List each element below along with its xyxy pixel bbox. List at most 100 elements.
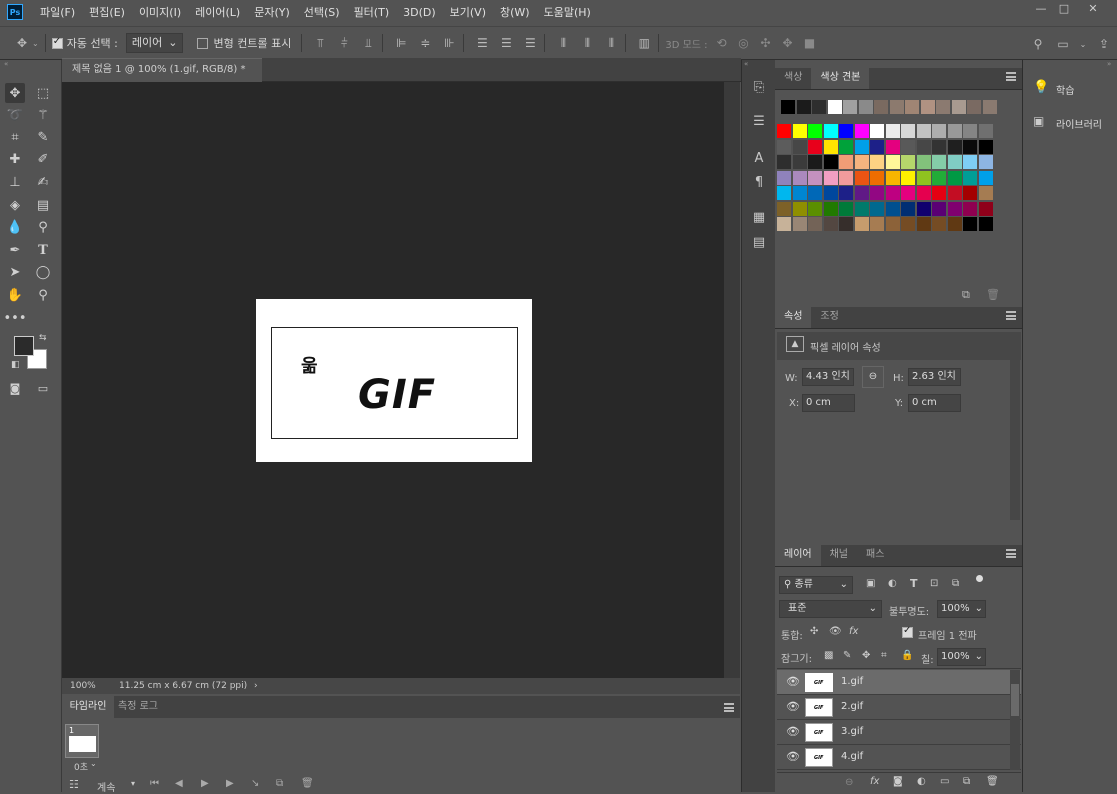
menu-type[interactable]: 문자(Y) [247,4,297,20]
3d-orbit-icon[interactable]: ⟲ [714,35,730,51]
frame-1[interactable]: 1 [65,724,99,758]
properties-scrollbar[interactable] [1010,332,1020,520]
color-swatch[interactable] [978,139,993,154]
3d-roll-icon[interactable]: ◎ [736,35,752,51]
color-swatch[interactable] [963,217,977,231]
zoom-tool-icon[interactable]: ⚲ [33,285,53,305]
frame-delay[interactable]: 0초 [74,760,88,773]
paragraph-panel-icon[interactable]: ¶ [750,173,768,191]
color-swatch[interactable] [792,139,807,154]
color-swatch[interactable] [947,139,962,154]
convert-timeline-icon[interactable]: ☷ [69,778,79,791]
recent-color-swatch[interactable] [982,100,997,114]
color-swatch[interactable] [916,155,931,169]
color-swatch[interactable] [963,186,977,200]
search-icon[interactable]: ⚲ [1030,36,1046,52]
color-swatch[interactable] [777,201,791,216]
history-panel-icon[interactable]: ⎘ [750,78,768,96]
color-swatch[interactable] [947,124,962,138]
color-swatch[interactable] [823,170,838,185]
gradient-tool-icon[interactable]: ▤ [33,195,53,215]
align-top-icon[interactable]: ⫪ [312,35,328,51]
loop-chevron-icon[interactable]: ▾ [131,779,135,788]
color-swatch[interactable] [978,124,993,138]
color-swatch[interactable] [854,155,869,169]
layer-name[interactable]: 2.gif [841,701,863,712]
color-swatch[interactable] [885,139,900,154]
brush-tool-icon[interactable]: ✐ [33,149,53,169]
color-swatch[interactable] [916,170,931,185]
filter-shape-icon[interactable]: ⊡ [930,578,938,589]
align-left-icon[interactable]: ⊫ [393,35,409,51]
color-swatch[interactable] [885,170,900,185]
color-swatch[interactable] [854,124,869,138]
unify-visibility-icon[interactable]: 👁 [829,626,842,637]
ellipse-tool-icon[interactable]: ◯ [33,262,53,282]
marquee-tool-icon[interactable]: ⬚ [33,83,53,103]
y-field[interactable]: 0 cm [908,394,961,412]
color-swatch[interactable] [885,201,900,216]
color-swatch[interactable] [854,186,869,200]
eyedropper-tool-icon[interactable]: ✎ [33,127,53,147]
h-field[interactable]: 2.63 인치 [908,368,961,386]
history-brush-tool-icon[interactable]: ✍ [33,172,53,192]
add-mask-icon[interactable]: ◙ [893,776,903,787]
color-swatch[interactable] [854,201,869,216]
eraser-tool-icon[interactable]: ◈ [5,195,25,215]
next-frame-icon[interactable]: ▶ [226,778,234,789]
color-swatch[interactable] [901,139,915,154]
clone-stamp-tool-icon[interactable]: ⊥ [5,172,25,192]
crop-tool-icon[interactable]: ⌗ [5,127,25,147]
layer-name[interactable]: 1.gif [841,676,863,687]
color-swatch[interactable] [792,124,807,138]
type-tool-icon[interactable]: T [33,240,53,260]
swap-colors-icon[interactable]: ⇆ [39,333,47,343]
delete-frame-icon[interactable]: 🗑 [301,778,314,789]
tab-paths[interactable]: 패스 [857,544,893,566]
visibility-eye-icon[interactable]: 👁 [786,726,800,738]
delay-chevron-icon[interactable]: ⌄ [90,759,97,768]
recent-color-swatch[interactable] [967,100,981,114]
notes-panel-icon[interactable]: ▤ [750,233,768,251]
new-swatch-icon[interactable]: ⧉ [962,288,970,302]
filter-pixel-icon[interactable]: ▣ [866,578,875,589]
link-layers-icon[interactable]: ⊖ [845,777,853,788]
color-swatch[interactable] [777,217,791,231]
color-swatch[interactable] [963,139,977,154]
layer-row[interactable]: 👁 4.gif [777,745,1021,770]
unify-position-icon[interactable]: ✣ [810,626,818,637]
new-group-icon[interactable]: ▭ [940,776,949,787]
lock-transparent-icon[interactable]: ▩ [824,650,833,661]
screen-mode-icon[interactable]: ▭ [33,378,53,398]
color-swatch[interactable] [963,155,977,169]
color-swatch[interactable] [823,124,838,138]
default-colors-icon[interactable]: ◧ [11,360,20,370]
auto-select-checkbox[interactable] [51,36,63,49]
color-swatch[interactable] [947,186,962,200]
color-swatch[interactable] [870,186,884,200]
tab-properties[interactable]: 속성 [775,306,812,328]
propagate-frame-checkbox[interactable] [902,625,913,638]
recent-color-swatch[interactable] [827,100,842,114]
duplicate-frame-icon[interactable]: ⧉ [276,778,283,789]
visibility-eye-icon[interactable]: 👁 [786,701,800,713]
color-swatch[interactable] [901,201,915,216]
color-swatch[interactable] [885,124,900,138]
delete-layer-icon[interactable]: 🗑 [986,776,999,787]
color-swatch[interactable] [901,186,915,200]
layer-filter-dropdown[interactable]: ⚲ 종류 ⌄ [779,576,853,594]
color-swatch[interactable] [870,170,884,185]
layer-row[interactable]: 👁 1.gif [777,670,1021,695]
color-swatch[interactable] [901,170,915,185]
color-swatch[interactable] [947,170,962,185]
transform-controls-checkbox[interactable] [197,37,209,49]
lock-artboard-icon[interactable]: ⌗ [881,650,887,661]
character-panel-icon[interactable]: A [750,149,768,167]
blur-tool-icon[interactable]: 💧 [5,217,25,237]
new-layer-icon[interactable]: ⧉ [963,776,970,787]
move-tool-preset-icon[interactable]: ✥ [14,35,30,51]
color-swatch[interactable] [823,186,838,200]
color-swatch[interactable] [870,217,884,231]
document-tab[interactable]: 제목 없음 1 @ 100% (1.gif, RGB/8) * × [62,58,262,97]
color-swatch[interactable] [792,170,807,185]
